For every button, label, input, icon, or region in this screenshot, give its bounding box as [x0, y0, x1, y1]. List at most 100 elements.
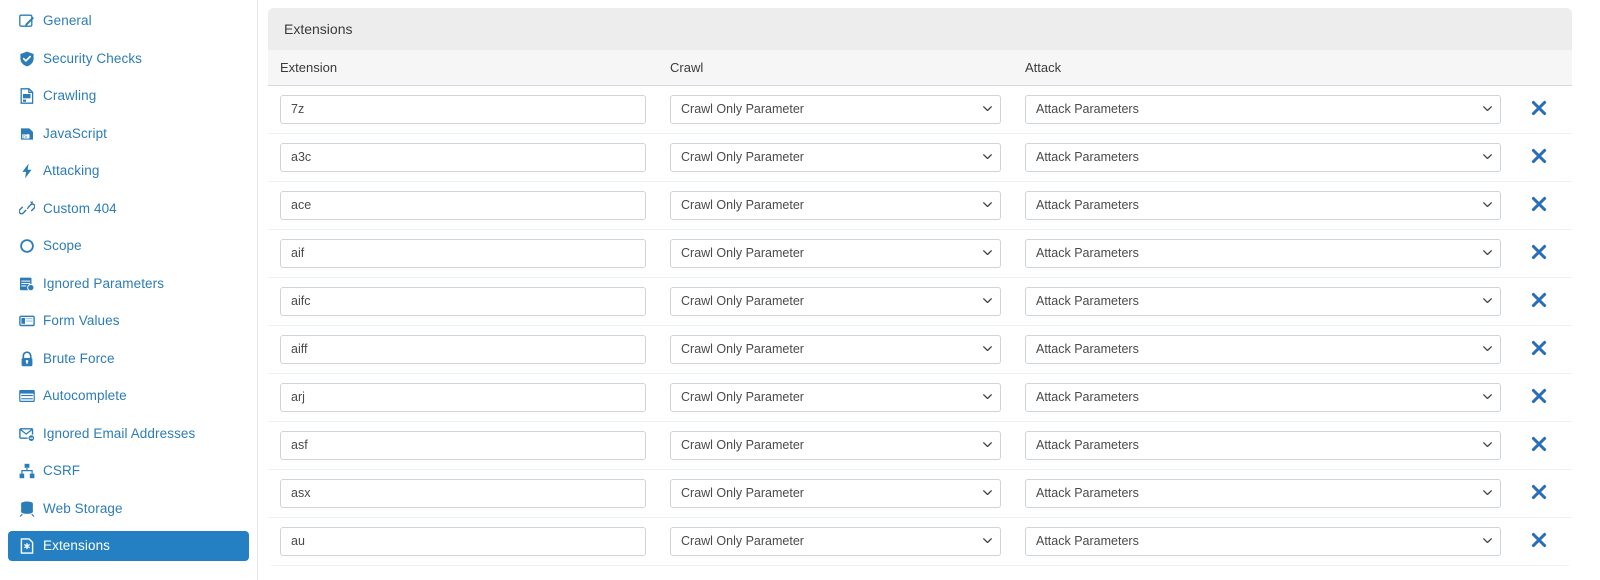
sidebar-item-label: Form Values: [43, 313, 120, 329]
sidebar-item-ignored-email-addresses[interactable]: Ignored Email Addresses: [8, 419, 249, 449]
delete-cell: [1513, 85, 1572, 134]
crawl-cell: Crawl Only Parameter: [658, 229, 1013, 278]
extension-input[interactable]: [280, 286, 646, 316]
javascript-file-icon: JS: [18, 125, 35, 142]
sidebar-item-label: JavaScript: [43, 125, 108, 141]
crawl-select[interactable]: Crawl Only Parameter: [670, 382, 1001, 412]
attack-cell: Attack Parameters: [1013, 277, 1513, 326]
sidebar-item-attacking[interactable]: Attacking: [8, 156, 249, 186]
crawl-select[interactable]: Crawl Only Parameter: [670, 142, 1001, 172]
delete-row-button[interactable]: [1531, 436, 1547, 452]
attack-select[interactable]: Attack Parameters: [1025, 526, 1501, 556]
attack-select[interactable]: Attack Parameters: [1025, 334, 1501, 364]
attack-select[interactable]: Attack Parameters: [1025, 94, 1501, 124]
crawl-select[interactable]: Crawl Only Parameter: [670, 190, 1001, 220]
extension-input[interactable]: [280, 190, 646, 220]
sidebar-item-label: CSRF: [43, 463, 81, 479]
crawl-select-wrapper: Crawl Only Parameter: [670, 238, 1001, 268]
sidebar-item-crawling[interactable]: Crawling: [8, 81, 249, 111]
table-body: Crawl Only ParameterAttack ParametersCra…: [268, 85, 1572, 566]
lightning-bolt-icon: [18, 163, 35, 180]
delete-cell: [1513, 421, 1572, 470]
delete-row-button[interactable]: [1531, 388, 1547, 404]
crawl-select[interactable]: Crawl Only Parameter: [670, 334, 1001, 364]
table-row: Crawl Only Parameter Attack Parameters: [268, 325, 1572, 374]
sidebar-item-ignored-parameters[interactable]: Ignored Parameters: [8, 269, 249, 299]
attack-cell: Attack Parameters: [1013, 421, 1513, 470]
delete-cell: [1513, 373, 1572, 422]
sidebar-item-security-checks[interactable]: Security Checks: [8, 44, 249, 74]
crawl-cell: Crawl Only Parameter: [658, 277, 1013, 326]
sidebar-item-autocomplete[interactable]: Autocomplete: [8, 381, 249, 411]
attack-select[interactable]: Attack Parameters: [1025, 142, 1501, 172]
extension-cell: [268, 85, 658, 134]
page-title: Extensions: [284, 21, 353, 37]
document-list-icon: [18, 88, 35, 105]
sidebar-item-general[interactable]: General: [8, 6, 249, 36]
attack-select[interactable]: Attack Parameters: [1025, 430, 1501, 460]
delete-row-button[interactable]: [1531, 100, 1547, 116]
extension-cell: [268, 469, 658, 518]
sidebar-nav-list: General Security Checks Crawling JS JavaScri…: [0, 0, 257, 561]
list-rows-icon: [18, 388, 35, 405]
svg-text:JS: JS: [22, 133, 27, 138]
table-row: Crawl Only Parameter Attack Parameters: [268, 229, 1572, 278]
delete-row-button[interactable]: [1531, 148, 1547, 164]
crawl-select[interactable]: Crawl Only Parameter: [670, 526, 1001, 556]
sidebar-item-form-values[interactable]: Form Values: [8, 306, 249, 336]
sidebar-item-brute-force[interactable]: Brute Force: [8, 344, 249, 374]
extension-cell: [268, 517, 658, 566]
close-icon: [1531, 436, 1547, 452]
close-icon: [1531, 532, 1547, 548]
delete-row-button[interactable]: [1531, 292, 1547, 308]
sidebar-item-label: Brute Force: [43, 350, 115, 366]
extension-cell: [268, 229, 658, 278]
table-row: Crawl Only Parameter Attack Parameters: [268, 517, 1572, 566]
crawl-select[interactable]: Crawl Only Parameter: [670, 94, 1001, 124]
delete-row-button[interactable]: [1531, 196, 1547, 212]
sidebar-item-javascript[interactable]: JS JavaScript: [8, 119, 249, 149]
attack-select[interactable]: Attack Parameters: [1025, 382, 1501, 412]
attack-select-wrapper: Attack Parameters: [1025, 382, 1501, 412]
crawl-select[interactable]: Crawl Only Parameter: [670, 478, 1001, 508]
crawl-select-wrapper: Crawl Only Parameter: [670, 142, 1001, 172]
extension-input[interactable]: [280, 334, 646, 364]
delete-row-button[interactable]: [1531, 244, 1547, 260]
extension-input[interactable]: [280, 94, 646, 124]
sidebar-item-web-storage[interactable]: Web Storage: [8, 494, 249, 524]
crawl-cell: Crawl Only Parameter: [658, 325, 1013, 374]
extension-input[interactable]: [280, 142, 646, 172]
extension-input[interactable]: [280, 526, 646, 556]
delete-row-button[interactable]: [1531, 532, 1547, 548]
attack-select[interactable]: Attack Parameters: [1025, 190, 1501, 220]
crawl-select[interactable]: Crawl Only Parameter: [670, 286, 1001, 316]
crawl-select[interactable]: Crawl Only Parameter: [670, 238, 1001, 268]
attack-select[interactable]: Attack Parameters: [1025, 238, 1501, 268]
extension-input[interactable]: [280, 238, 646, 268]
table-row: Crawl Only Parameter Attack Parameters: [268, 373, 1572, 422]
attack-select-wrapper: Attack Parameters: [1025, 142, 1501, 172]
sidebar-item-scope[interactable]: Scope: [8, 231, 249, 261]
crawl-cell: Crawl Only Parameter: [658, 469, 1013, 518]
extension-cell: [268, 277, 658, 326]
table-row: Crawl Only Parameter Attack Parameters: [268, 469, 1572, 518]
crawl-select[interactable]: Crawl Only Parameter: [670, 430, 1001, 460]
sidebar-item-csrf[interactable]: CSRF: [8, 456, 249, 486]
extension-input[interactable]: [280, 430, 646, 460]
delete-row-button[interactable]: [1531, 484, 1547, 500]
crawl-select-wrapper: Crawl Only Parameter: [670, 334, 1001, 364]
attack-select[interactable]: Attack Parameters: [1025, 478, 1501, 508]
sidebar-item-extensions[interactable]: Extensions: [8, 531, 249, 561]
attack-cell: Attack Parameters: [1013, 133, 1513, 182]
extension-input[interactable]: [280, 478, 646, 508]
attack-select[interactable]: Attack Parameters: [1025, 286, 1501, 316]
attack-cell: Attack Parameters: [1013, 181, 1513, 230]
sidebar-item-label: Ignored Email Addresses: [43, 425, 196, 441]
delete-row-button[interactable]: [1531, 340, 1547, 356]
database-stack-icon: [18, 500, 35, 517]
sidebar-item-custom-404[interactable]: Custom 404: [8, 194, 249, 224]
extensions-card: Extensions Extension Crawl Attack 7z Cra…: [268, 8, 1572, 566]
extension-input[interactable]: [280, 382, 646, 412]
envelope-minus-icon: [18, 425, 35, 442]
sidebar-item-label: Extensions: [43, 538, 111, 554]
